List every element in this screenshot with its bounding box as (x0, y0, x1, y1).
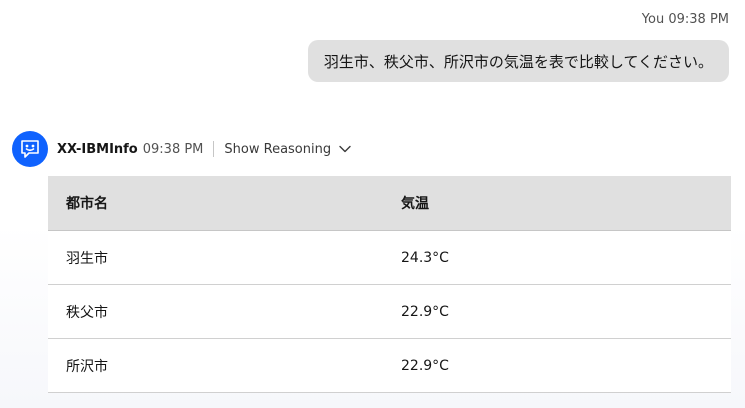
show-reasoning-label: Show Reasoning (224, 141, 332, 157)
column-header-city: 都市名 (48, 176, 383, 231)
table-cell-city: 羽生市 (48, 230, 383, 285)
table-cell-temperature: 22.9°C (383, 338, 731, 393)
table-header-row: 都市名 気温 (48, 176, 731, 231)
table-cell-temperature: 24.3°C (383, 230, 731, 285)
user-message-time: 09:38 PM (668, 12, 729, 27)
table-row: 羽生市 24.3°C (48, 230, 731, 285)
bot-message-time: 09:38 PM (142, 141, 204, 157)
table-row: 所沢市 22.9°C (48, 338, 731, 393)
table-cell-city: 所沢市 (48, 338, 383, 393)
bot-message-header: XX-IBMInfo 09:38 PM Show Reasoning (57, 139, 351, 159)
user-message-text: 羽生市、秩父市、所沢市の気温を表で比較してください。 (323, 52, 713, 71)
user-sender-name: You (641, 12, 665, 27)
table-row: 秩父市 22.9°C (48, 284, 731, 339)
chevron-down-icon (339, 145, 351, 153)
comparison-table: 都市名 気温 羽生市 24.3°C 秩父市 22.9°C 所沢市 22.9°C (48, 176, 731, 393)
user-message-bubble: 羽生市、秩父市、所沢市の気温を表で比較してください。 (307, 40, 729, 82)
header-divider (213, 141, 215, 157)
column-header-temperature: 気温 (383, 176, 731, 231)
table-cell-city: 秩父市 (48, 284, 383, 339)
table-cell-temperature: 22.9°C (383, 284, 731, 339)
show-reasoning-button[interactable]: Show Reasoning (224, 142, 351, 157)
bot-sender-name: XX-IBMInfo (57, 141, 138, 157)
chat-bot-icon (12, 131, 48, 167)
user-message-meta: You 09:38 PM (642, 12, 729, 27)
